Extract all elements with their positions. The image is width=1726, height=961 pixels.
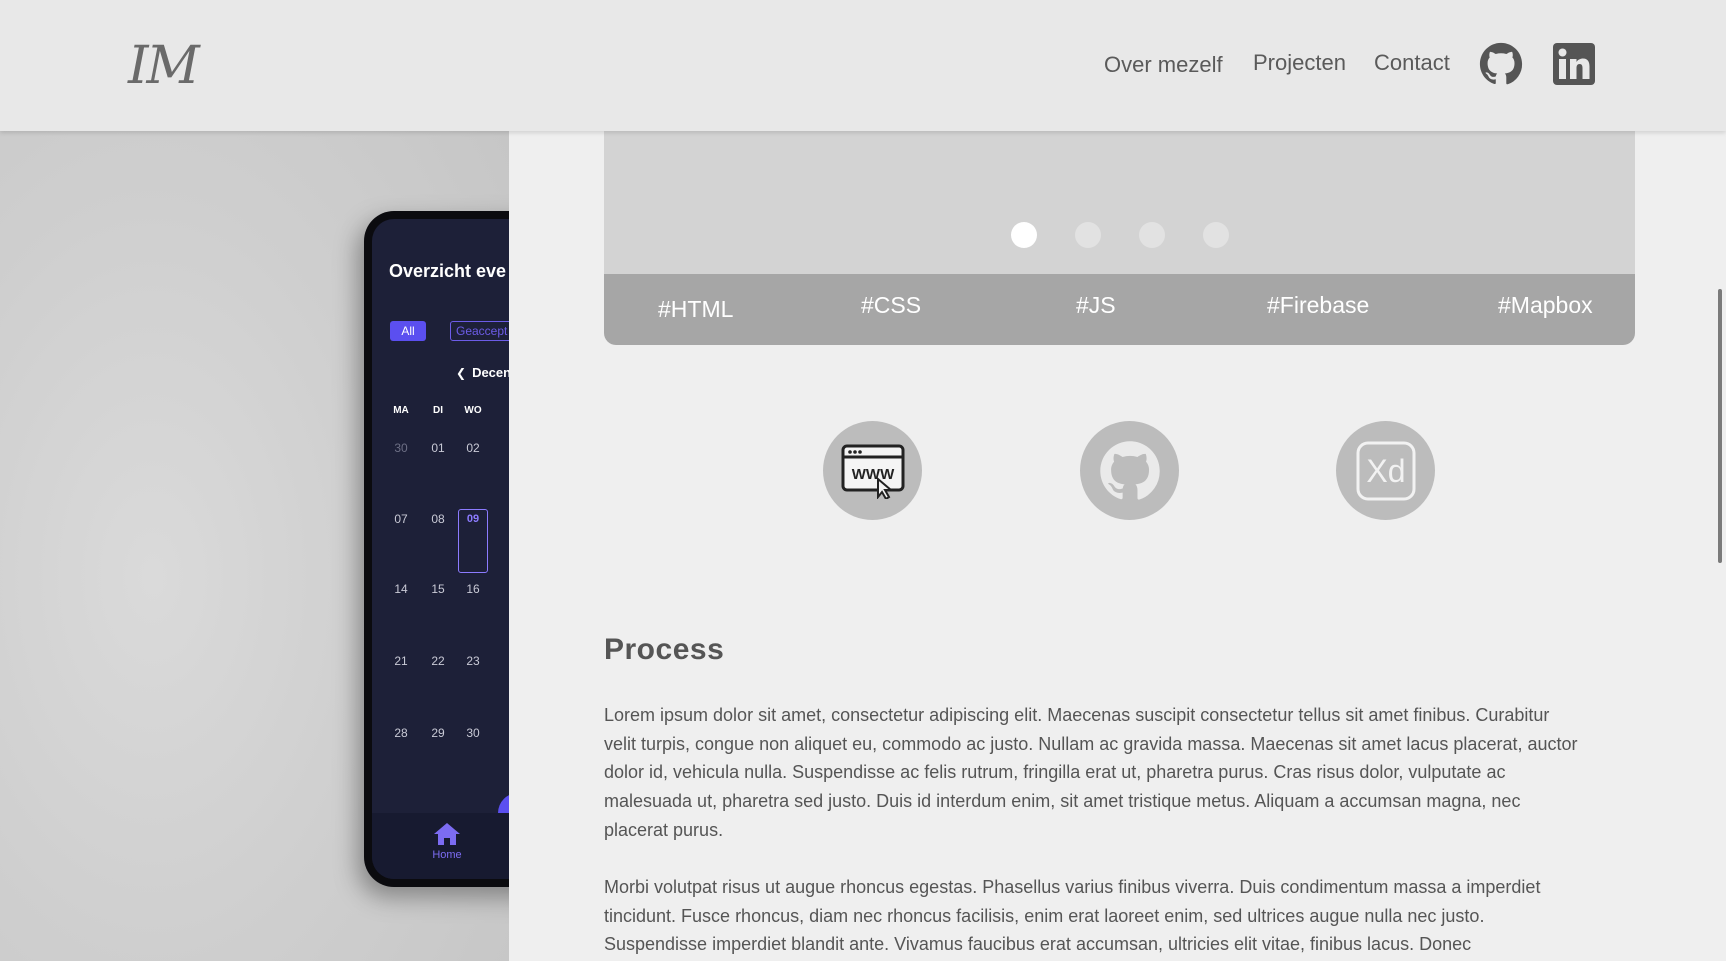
- calendar-day: 15: [431, 582, 445, 596]
- carousel-dots: [604, 222, 1635, 248]
- calendar-day: 23: [466, 654, 480, 668]
- phone-screen: Overzicht eve All Geaccept ❮ Decen MA DI …: [372, 219, 509, 879]
- carousel-dot-4[interactable]: [1202, 222, 1229, 248]
- chevron-left-icon: ❮: [456, 366, 467, 380]
- carousel-dot-1[interactable]: [1010, 222, 1037, 248]
- website-icon: WWW: [841, 444, 904, 499]
- home-icon: [434, 823, 460, 845]
- adobe-xd-link-button[interactable]: Xd: [1336, 421, 1435, 520]
- calendar-day: 30: [394, 441, 408, 455]
- phone-title: Overzicht eve: [389, 261, 507, 281]
- nav-projecten[interactable]: Projecten: [1253, 50, 1346, 76]
- adobe-xd-icon: Xd: [1356, 441, 1415, 500]
- weekday-label: MA: [393, 405, 409, 416]
- site-logo[interactable]: IM: [128, 36, 200, 96]
- phone-tab-bar: Home: [372, 813, 509, 879]
- website-link-button[interactable]: WWW: [823, 421, 922, 520]
- filter-chip-accepted: Geaccept: [450, 321, 509, 341]
- nav-over-mezelf[interactable]: Over mezelf: [1104, 52, 1223, 78]
- calendar-day: 21: [394, 654, 408, 668]
- process-paragraph: Morbi volutpat risus ut augue rhoncus eg…: [604, 877, 1541, 955]
- calendar-day: 02: [466, 441, 480, 455]
- calendar-day: 30: [466, 726, 480, 740]
- tag-js: #JS: [1076, 292, 1116, 318]
- svg-text:Xd: Xd: [1366, 453, 1405, 489]
- scrollbar-thumb[interactable]: [1718, 289, 1722, 563]
- svg-text:WWW: WWW: [851, 466, 894, 483]
- project-mockup-image: Overzicht eve All Geaccept ❮ Decen MA DI …: [0, 0, 509, 961]
- github-link-button[interactable]: [1080, 421, 1179, 520]
- tech-tag-bar: #HTML #CSS #JS #Firebase #Mapbox: [604, 274, 1635, 345]
- linkedin-icon: [1553, 43, 1595, 85]
- weekday-label: DI: [433, 405, 443, 416]
- tag-mapbox: #Mapbox: [1498, 292, 1593, 318]
- calendar-day: 14: [394, 582, 408, 596]
- calendar-day: 28: [394, 726, 408, 740]
- calendar-day: 07: [394, 512, 408, 526]
- header-linkedin-link[interactable]: [1552, 42, 1596, 86]
- month-navigator: ❮ Decen: [456, 365, 509, 380]
- calendar-day: 22: [431, 654, 445, 668]
- process-heading: Process: [604, 633, 725, 666]
- home-tab: Home: [422, 821, 472, 861]
- filter-chip-all: All: [390, 321, 426, 341]
- phone-frame: Overzicht eve All Geaccept ❮ Decen MA DI …: [364, 211, 509, 887]
- calendar-day: 29: [431, 726, 445, 740]
- tag-html: #HTML: [658, 296, 734, 322]
- weekday-label: WO: [464, 405, 482, 416]
- tag-css: #CSS: [861, 292, 922, 318]
- carousel-dot-3[interactable]: [1138, 222, 1165, 248]
- github-icon: [1099, 440, 1160, 500]
- github-icon: [1479, 42, 1523, 85]
- home-tab-label: Home: [432, 849, 462, 861]
- site-header: IM Over mezelf Projecten Contact: [0, 0, 1726, 131]
- calendar-day-selected: 09: [458, 509, 488, 573]
- header-github-link[interactable]: [1479, 42, 1523, 86]
- month-label: Decen: [472, 365, 509, 380]
- tag-firebase: #Firebase: [1267, 292, 1370, 318]
- nav-contact[interactable]: Contact: [1374, 50, 1450, 76]
- calendar-day: 08: [431, 512, 445, 526]
- project-detail-panel: #HTML #CSS #JS #Firebase #Mapbox WWW Xd …: [509, 0, 1726, 961]
- calendar-day: 01: [431, 441, 445, 455]
- calendar-day: 16: [466, 582, 480, 596]
- process-paragraph: Lorem ipsum dolor sit amet, consectetur …: [604, 705, 1578, 840]
- carousel-dot-2[interactable]: [1074, 222, 1101, 248]
